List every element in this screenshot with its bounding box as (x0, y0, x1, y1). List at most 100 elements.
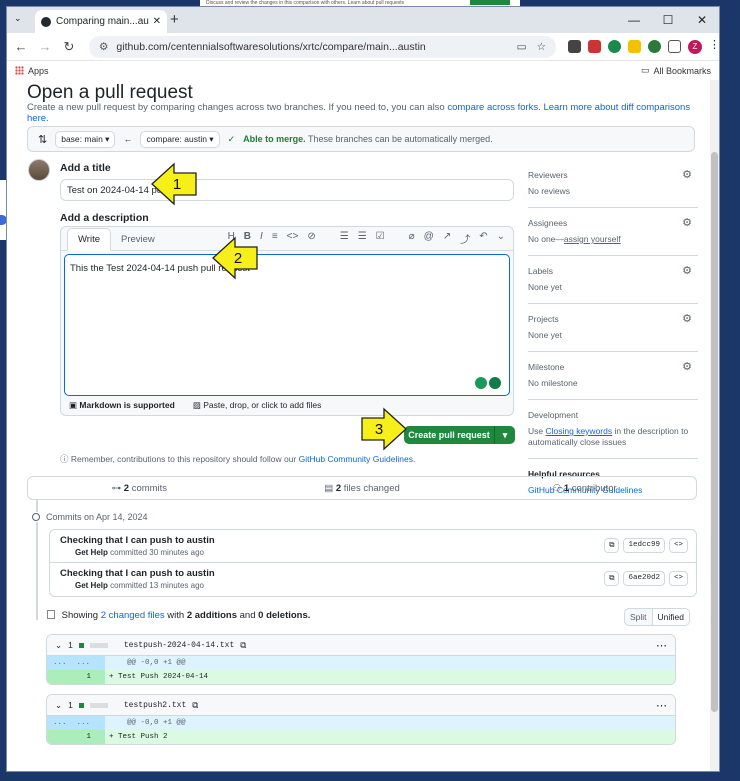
commits-stat[interactable]: ⊶ 2 commits (28, 483, 251, 494)
forward-icon[interactable]: → (37, 39, 53, 54)
copy-icon[interactable]: ⧉ (604, 538, 620, 553)
maximize-icon[interactable]: ☐ (651, 7, 685, 33)
expand-hunk[interactable]: ...... (47, 656, 105, 670)
base-branch-select[interactable]: base: main ▾ (55, 130, 116, 148)
copy-icon[interactable]: ⧉ (192, 700, 198, 711)
markdown-note[interactable]: ▣ Markdown is supported (69, 400, 175, 411)
copy-icon[interactable]: ⧉ (240, 640, 246, 651)
commit-message[interactable]: Checking that I can push to austin (60, 568, 215, 579)
files-stat[interactable]: ▤ 2 files changed (251, 483, 474, 494)
italic-icon[interactable]: I (260, 231, 263, 246)
kebab-icon[interactable]: ⋯ (656, 699, 667, 712)
changed-files-link[interactable]: 2 changed files (101, 610, 165, 621)
browser-window: ⌄ Comparing main...austin · centenni ✕ +… (6, 6, 720, 772)
hunk-dots-old: ... (53, 659, 67, 667)
extension-icon-5[interactable] (648, 40, 661, 53)
chevron-down-icon[interactable]: ⌄ (55, 640, 62, 651)
gear-icon[interactable]: ⚙ (682, 360, 692, 373)
milestone-heading: Milestone (528, 362, 565, 372)
code-icon[interactable]: <> (287, 231, 299, 246)
gear-icon[interactable]: ⚙ (682, 264, 692, 277)
puzzle-icon[interactable] (668, 40, 681, 53)
code-icon[interactable]: <> (668, 571, 688, 586)
unified-view-button[interactable]: Unified (651, 609, 690, 625)
title-input[interactable]: Test on 2024-04-14 push (60, 179, 514, 201)
commit-sha[interactable]: 6ae20d2 (623, 571, 665, 586)
file-name[interactable]: testpush-2024-04-14.txt (124, 641, 234, 650)
browser-toolbar: ← → ↻ ⚙ github.com/centennialsoftwaresol… (7, 33, 719, 61)
commit-author[interactable]: Get Help (75, 581, 108, 590)
quote-icon[interactable]: ≡ (272, 231, 278, 246)
minimize-icon[interactable]: — (617, 7, 651, 33)
window-close-icon[interactable]: ✕ (685, 7, 719, 33)
site-info-icon[interactable]: ⚙ (99, 41, 108, 53)
close-icon[interactable]: ✕ (153, 16, 161, 27)
reload-icon[interactable]: ↻ (61, 39, 77, 55)
gear-icon[interactable]: ⚙ (682, 168, 692, 181)
task-list-icon[interactable]: ☑ (376, 231, 385, 246)
attach-icon[interactable]: ⌀ (409, 231, 415, 246)
ordered-list-icon[interactable]: ☰ (340, 231, 349, 246)
address-bar[interactable]: ⚙ github.com/centennialsoftwaresolutions… (89, 35, 556, 58)
guidelines-link[interactable]: GitHub Community Guidelines. (299, 454, 416, 464)
line-number[interactable]: 1 (47, 670, 105, 684)
split-view-button[interactable]: Split (625, 609, 652, 625)
all-bookmarks[interactable]: ▭ All Bookmarks (641, 65, 711, 76)
extension-icon-2[interactable] (588, 40, 601, 53)
undo-icon[interactable]: ↶ (479, 231, 487, 246)
file-name[interactable]: testpush2.txt (124, 701, 186, 710)
line-content: + Test Push 2024-04-14 (109, 673, 209, 681)
cast-icon[interactable]: ▭ (517, 41, 527, 53)
showing-pre: Showing (61, 610, 99, 621)
tab-search-icon[interactable]: ⌄ (14, 13, 22, 24)
mention-icon[interactable]: @ (424, 231, 434, 246)
kebab-icon[interactable]: ⋯ (656, 639, 667, 652)
tab-compare[interactable]: Comparing main...austin · centenni ✕ (35, 10, 167, 33)
tab-preview[interactable]: Preview (111, 229, 165, 250)
crossref-icon[interactable]: ⤴ (460, 231, 470, 246)
apps-label: Apps (28, 65, 49, 76)
closing-keywords-link[interactable]: Closing keywords (546, 426, 613, 436)
commit-message[interactable]: Checking that I can push to austin (60, 535, 215, 546)
attach-files[interactable]: ▨ Paste, drop, or click to add files (193, 400, 322, 411)
commit-sha[interactable]: 1edcc99 (623, 538, 665, 553)
saved-replies-icon[interactable]: ⌄ (497, 231, 505, 246)
extension-icon-3[interactable] (608, 40, 621, 53)
extension-icon-4[interactable] (628, 40, 641, 53)
unordered-list-icon[interactable]: ☰ (358, 231, 367, 246)
code-icon[interactable]: <> (668, 538, 688, 553)
assign-yourself-link[interactable]: assign yourself (564, 234, 621, 244)
folder-icon: ▭ (640, 65, 650, 75)
commit-author[interactable]: Get Help (75, 548, 108, 557)
tab-write[interactable]: Write (67, 228, 111, 251)
star-icon[interactable]: ☆ (537, 41, 546, 53)
gear-icon[interactable]: ⚙ (682, 216, 692, 229)
gear-icon[interactable]: ⚙ (682, 312, 692, 325)
expand-hunk[interactable]: ...... (47, 716, 105, 730)
diffstat-neutral (89, 702, 108, 708)
compare-branch-select[interactable]: compare: austin ▾ (140, 130, 220, 148)
create-pull-request-button[interactable]: Create pull request ▾ (404, 426, 515, 444)
chevron-down-icon[interactable]: ▾ (495, 430, 515, 441)
link-icon[interactable]: ⊘ (307, 231, 315, 246)
compare-forks-link[interactable]: compare across forks. (447, 102, 540, 113)
description-textarea[interactable]: This the Test 2024-04-14 push pull reque… (64, 254, 510, 396)
copy-icon[interactable]: ⧉ (604, 571, 620, 586)
new-tab-icon[interactable]: + (170, 11, 179, 28)
extension-icon-1[interactable] (568, 40, 581, 53)
file-tree-icon[interactable] (47, 610, 55, 619)
contributors-stat[interactable]: ⚇ 1 contributor (473, 483, 696, 494)
grammar-assist-icon[interactable] (489, 377, 501, 389)
commit-time: committed 13 minutes ago (110, 581, 204, 590)
back-icon[interactable]: ← (13, 39, 29, 54)
chevron-down-icon[interactable]: ⌄ (55, 700, 62, 711)
line-number[interactable]: 1 (47, 730, 105, 744)
scrollbar-thumb[interactable] (711, 152, 718, 712)
apps-shortcut[interactable]: Apps (15, 66, 49, 76)
reference-icon[interactable]: ↗ (443, 231, 451, 246)
menu-icon[interactable]: ⋮ (709, 40, 719, 53)
profile-avatar[interactable]: Z (688, 39, 702, 54)
grammar-check-icon[interactable] (475, 377, 487, 389)
scrollbar[interactable] (710, 80, 719, 771)
remember-note: ⓘ Remember, contributions to this reposi… (60, 453, 415, 465)
